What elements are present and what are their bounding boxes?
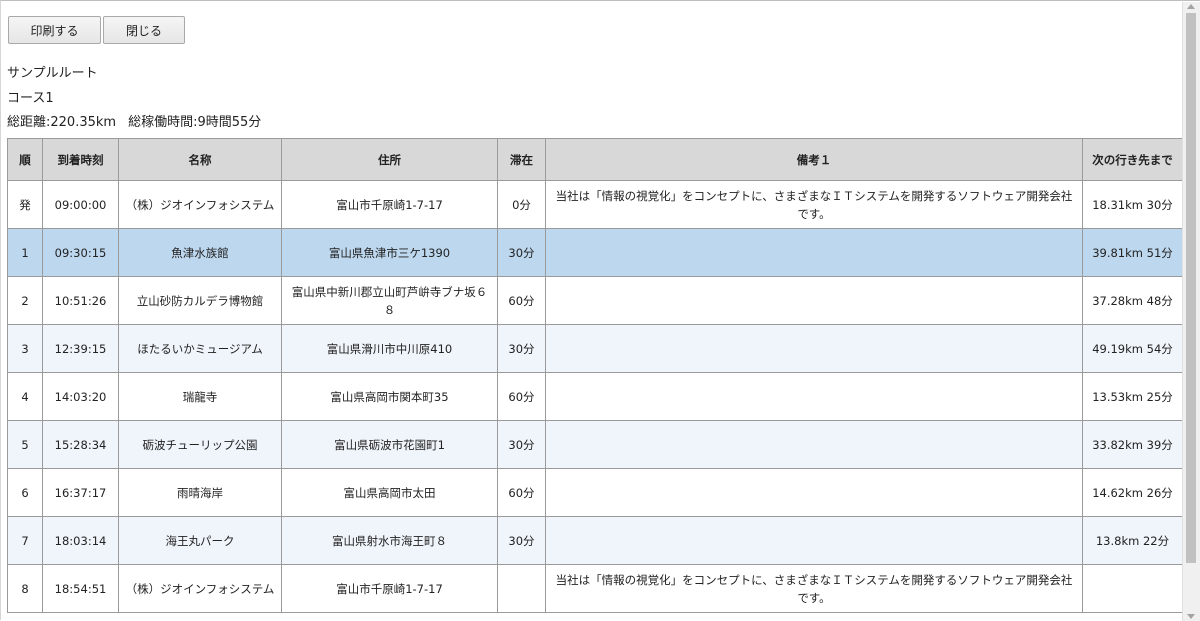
cell-stay: 30分 <box>497 420 546 469</box>
cell-stay: 30分 <box>497 324 546 373</box>
cell-arrival: 14:03:20 <box>42 372 119 421</box>
cell-note: 当社は「情報の視覚化」をコンセプトに、さまざまなＩＴシステムを開発するソフトウェ… <box>545 180 1083 229</box>
cell-order: 8 <box>7 564 43 613</box>
cell-order: 1 <box>7 228 43 277</box>
table-row[interactable]: 2 10:51:26 立山砂防カルデラ博物館 富山県中新川郡立山町芦峅寺ブナ坂６… <box>7 276 1183 325</box>
table-row[interactable]: 4 14:03:20 瑞龍寺 富山県高岡市関本町35 60分 13.53km 2… <box>7 372 1183 421</box>
cell-note <box>545 420 1083 469</box>
cell-order: 4 <box>7 372 43 421</box>
scroll-down-arrow-icon[interactable] <box>1187 614 1195 619</box>
column-header-name: 名称 <box>118 138 282 181</box>
cell-next: 37.28km 48分 <box>1082 276 1183 325</box>
column-header-next: 次の行き先まで <box>1082 138 1183 181</box>
cell-name: （株）ジオインフォシステム <box>118 180 282 229</box>
cell-order: 7 <box>7 516 43 565</box>
cell-arrival: 09:30:15 <box>42 228 119 277</box>
toolbar: 印刷する 閉じる <box>8 16 185 44</box>
table-row[interactable]: 8 18:54:51 （株）ジオインフォシステム 富山市千原崎1-7-17 当社… <box>7 564 1183 613</box>
table-row[interactable]: 5 15:28:34 砺波チューリップ公園 富山県砺波市花園町1 30分 33.… <box>7 420 1183 469</box>
scrollbar-thumb[interactable] <box>1186 13 1196 563</box>
cell-order: 6 <box>7 468 43 517</box>
cell-note <box>545 516 1083 565</box>
cell-name: （株）ジオインフォシステム <box>118 564 282 613</box>
cell-next: 13.8km 22分 <box>1082 516 1183 565</box>
cell-address: 富山県高岡市太田 <box>281 468 498 517</box>
cell-name: 魚津水族館 <box>118 228 282 277</box>
cell-stay: 60分 <box>497 276 546 325</box>
cell-arrival: 18:54:51 <box>42 564 119 613</box>
table-row[interactable]: 7 18:03:14 海王丸パーク 富山県射水市海王町８ 30分 13.8km … <box>7 516 1183 565</box>
table-row[interactable]: 6 16:37:17 雨晴海岸 富山県高岡市太田 60分 14.62km 26分 <box>7 468 1183 517</box>
cell-next: 39.81km 51分 <box>1082 228 1183 277</box>
cell-order: 5 <box>7 420 43 469</box>
table-row[interactable]: 3 12:39:15 ほたるいかミュージアム 富山県滑川市中川原410 30分 … <box>7 324 1183 373</box>
column-header-arrival: 到着時刻 <box>42 138 119 181</box>
cell-note <box>545 276 1083 325</box>
cell-next: 33.82km 39分 <box>1082 420 1183 469</box>
print-button[interactable]: 印刷する <box>8 16 101 44</box>
course-name: コース1 <box>7 91 54 106</box>
cell-address: 富山県魚津市三ケ1390 <box>281 228 498 277</box>
table-header-row: 順 到着時刻 名称 住所 滞在 備考１ 次の行き先まで <box>7 138 1183 181</box>
cell-stay <box>497 564 546 613</box>
cell-order: 2 <box>7 276 43 325</box>
total-distance: 総距離:220.35km <box>7 115 117 130</box>
cell-address: 富山県射水市海王町８ <box>281 516 498 565</box>
cell-stay: 0分 <box>497 180 546 229</box>
cell-name: 雨晴海岸 <box>118 468 282 517</box>
cell-arrival: 16:37:17 <box>42 468 119 517</box>
cell-stay: 60分 <box>497 372 546 421</box>
cell-name: 海王丸パーク <box>118 516 282 565</box>
cell-address: 富山県高岡市関本町35 <box>281 372 498 421</box>
cell-next <box>1082 564 1183 613</box>
cell-stay: 60分 <box>497 468 546 517</box>
cell-stay: 30分 <box>497 228 546 277</box>
cell-note: 当社は「情報の視覚化」をコンセプトに、さまざまなＩＴシステムを開発するソフトウェ… <box>545 564 1083 613</box>
table-row[interactable]: 発 09:00:00 （株）ジオインフォシステム 富山市千原崎1-7-17 0分… <box>7 180 1183 229</box>
cell-arrival: 12:39:15 <box>42 324 119 373</box>
column-header-note: 備考１ <box>545 138 1083 181</box>
cell-note <box>545 468 1083 517</box>
cell-arrival: 10:51:26 <box>42 276 119 325</box>
route-summary: 総距離:220.35km 総稼働時間:9時間55分 <box>7 111 261 130</box>
cell-note <box>545 324 1083 373</box>
cell-name: 立山砂防カルデラ博物館 <box>118 276 282 325</box>
scroll-up-arrow-icon[interactable] <box>1187 4 1195 9</box>
route-table-container: 順 到着時刻 名称 住所 滞在 備考１ 次の行き先まで 発 09:00:00 （… <box>7 138 1183 613</box>
cell-next: 18.31km 30分 <box>1082 180 1183 229</box>
cell-next: 13.53km 25分 <box>1082 372 1183 421</box>
cell-address: 富山市千原崎1-7-17 <box>281 564 498 613</box>
vertical-scrollbar[interactable] <box>1182 2 1200 621</box>
cell-note <box>545 372 1083 421</box>
route-name: サンプルルート <box>7 66 98 81</box>
cell-address: 富山県滑川市中川原410 <box>281 324 498 373</box>
close-button[interactable]: 閉じる <box>103 16 185 44</box>
cell-address: 富山県砺波市花園町1 <box>281 420 498 469</box>
table-row[interactable]: 1 09:30:15 魚津水族館 富山県魚津市三ケ1390 30分 39.81k… <box>7 228 1183 277</box>
cell-name: ほたるいかミュージアム <box>118 324 282 373</box>
cell-name: 瑞龍寺 <box>118 372 282 421</box>
total-work-time: 総稼働時間:9時間55分 <box>128 115 262 130</box>
cell-arrival: 15:28:34 <box>42 420 119 469</box>
cell-order: 3 <box>7 324 43 373</box>
cell-arrival: 18:03:14 <box>42 516 119 565</box>
column-header-stay: 滞在 <box>497 138 546 181</box>
cell-next: 14.62km 26分 <box>1082 468 1183 517</box>
cell-arrival: 09:00:00 <box>42 180 119 229</box>
cell-name: 砺波チューリップ公園 <box>118 420 282 469</box>
column-header-order: 順 <box>7 138 43 181</box>
cell-address: 富山県中新川郡立山町芦峅寺ブナ坂６８ <box>281 276 498 325</box>
route-table: 順 到着時刻 名称 住所 滞在 備考１ 次の行き先まで 発 09:00:00 （… <box>7 138 1183 613</box>
cell-address: 富山市千原崎1-7-17 <box>281 180 498 229</box>
column-header-address: 住所 <box>281 138 498 181</box>
cell-stay: 30分 <box>497 516 546 565</box>
cell-note <box>545 228 1083 277</box>
cell-next: 49.19km 54分 <box>1082 324 1183 373</box>
cell-order: 発 <box>7 180 43 229</box>
